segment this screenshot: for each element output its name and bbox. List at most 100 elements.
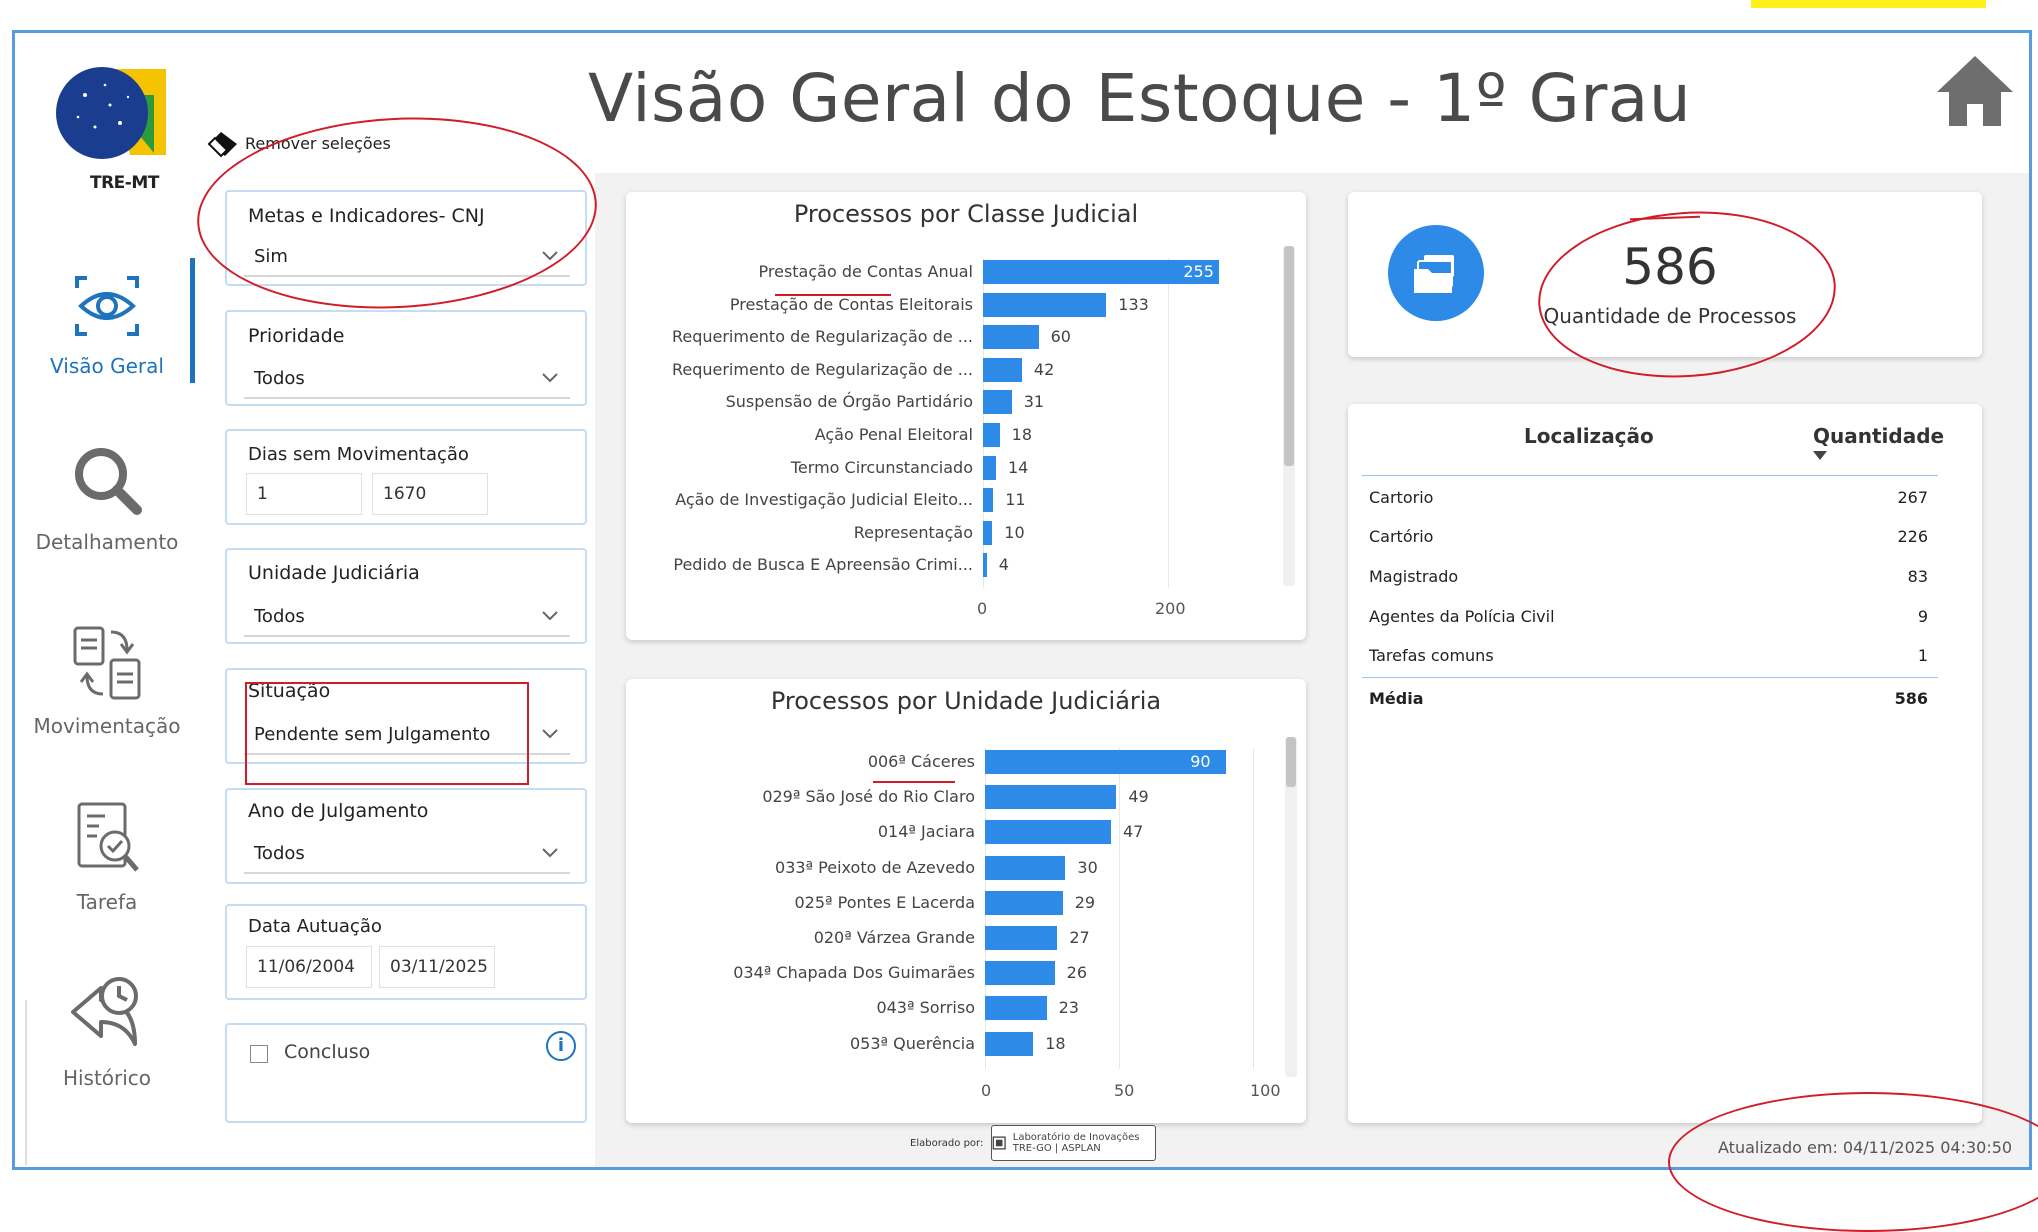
slicer-unidade-value: Todos (254, 606, 305, 627)
slicer-ano: Ano de Julgamento Todos (225, 788, 587, 884)
bar[interactable] (983, 488, 994, 513)
kpi-value: 586 (1622, 238, 1718, 296)
chart-unidade-scrollbar[interactable] (1285, 737, 1297, 1077)
nav-historico[interactable]: Histórico (15, 972, 199, 1090)
gridline (1119, 748, 1120, 1069)
bar[interactable] (985, 855, 1066, 880)
table-row-1-value: 226 (1897, 527, 1928, 546)
slicer-dias: Dias sem Movimentação 1 1670 (225, 429, 587, 525)
bar[interactable] (985, 820, 1111, 845)
table-row-0-name: Cartorio (1369, 488, 1434, 507)
bar[interactable] (983, 553, 987, 578)
bar[interactable] (983, 325, 1039, 350)
bar-label: 033ª Peixoto de Azevedo (775, 857, 975, 877)
magnifier-icon (75, 448, 142, 515)
dias-max-input[interactable]: 1670 (372, 473, 488, 515)
tre-logo-icon (56, 67, 166, 159)
slicer-data-autuacao: Data Autuação 11/06/2004 03/11/2025 (225, 904, 587, 1000)
dias-min-input[interactable]: 1 (246, 473, 362, 515)
bar-value-label: 18 (1011, 425, 1033, 444)
nav-label-tarefa: Tarefa (76, 890, 138, 914)
chart-unidade-tick-0: 0 (981, 1081, 992, 1100)
nav-movimentacao[interactable]: Movimentação (15, 622, 199, 738)
bar-label: Requerimento de Regularização de ... (671, 327, 973, 347)
top-strip (0, 0, 2038, 8)
slicer-situacao-dropdown[interactable]: Pendente sem Julgamento (244, 715, 570, 755)
scroll-thumb[interactable] (1284, 246, 1294, 466)
bar-label: Requerimento de Regularização de ... (671, 359, 973, 379)
task-check-icon (77, 802, 139, 872)
eraser-icon (207, 132, 237, 158)
slicer-metas-title: Metas e Indicadores- CNJ (248, 205, 485, 227)
bar[interactable] (983, 423, 1000, 447)
credit-box-text: Laboratório de Inovações TRE-GO | ASPLAN (1012, 1132, 1140, 1154)
credit-label: Elaborado por: (910, 1137, 984, 1149)
slicer-unidade-dropdown[interactable]: Todos (244, 597, 570, 637)
bar-label: 029ª São José do Rio Claro (762, 787, 975, 807)
table-row-2-name: Magistrado (1369, 567, 1459, 586)
chart-classe-tick-200: 200 (1155, 599, 1186, 618)
bar-value-label: 42 (1033, 359, 1055, 379)
home-icon[interactable] (1935, 52, 2015, 128)
concluso-label: Concluso (284, 1041, 371, 1063)
table-card (1348, 404, 1982, 1123)
bar-label: 006ª Cáceres (867, 752, 975, 771)
slicer-data-title: Data Autuação (248, 916, 382, 937)
documents-exchange-icon (73, 626, 141, 700)
chevron-down-icon (542, 611, 558, 621)
eye-icon (75, 276, 139, 336)
bar-value-label: 47 (1122, 822, 1144, 842)
bar-label: Prestação de Contas Anual (758, 262, 974, 281)
bar[interactable] (983, 390, 1012, 415)
info-icon[interactable]: i (546, 1031, 576, 1061)
chart-classe-scrollbar[interactable] (1283, 246, 1295, 586)
slicer-prioridade-dropdown[interactable]: Todos (244, 359, 570, 399)
slicer-situacao: Situação Pendente sem Julgamento (225, 668, 587, 764)
bar-value-label: 29 (1074, 892, 1096, 912)
history-clock-icon (71, 977, 138, 1046)
bar-value-label: 23 (1058, 998, 1079, 1018)
bar[interactable] (983, 520, 993, 545)
bar-value-label: 31 (1023, 392, 1045, 412)
data-start-input[interactable]: 11/06/2004 (246, 946, 372, 988)
bar[interactable] (985, 785, 1117, 810)
slicer-ano-title: Ano de Julgamento (248, 800, 429, 822)
concluso-checkbox[interactable] (250, 1045, 268, 1063)
bar[interactable] (983, 292, 1107, 317)
bar-value-label: 10 (1004, 522, 1025, 542)
bar[interactable] (983, 455, 996, 480)
table-row-4-name: Tarefas comuns (1369, 646, 1494, 665)
data-end-input[interactable]: 03/11/2025 (379, 946, 495, 988)
page-title: Visão Geral do Estoque - 1º Grau (588, 60, 1692, 137)
bar-value-label: 90 (1190, 752, 1211, 771)
nav-detalhamento[interactable]: Detalhamento (15, 440, 199, 554)
bar[interactable] (985, 961, 1055, 986)
kpi-label: Quantidade de Processos (1543, 304, 1797, 328)
bar[interactable] (985, 996, 1047, 1021)
slicer-concluso: Concluso i (225, 1023, 587, 1123)
bar[interactable] (983, 357, 1022, 382)
slicer-unidade-title: Unidade Judiciária (248, 562, 420, 584)
remove-selections-button[interactable]: Remover seleções (205, 128, 391, 158)
table-header-line (1362, 475, 1938, 476)
table-header-localizacao[interactable]: Localização (1524, 424, 1654, 448)
table-header-quantidade[interactable]: Quantidade (1813, 424, 1944, 448)
table-row-3-value: 9 (1917, 607, 1928, 626)
nav-visao-geral[interactable]: Visão Geral (15, 268, 199, 378)
slicer-ano-dropdown[interactable]: Todos (244, 834, 570, 874)
nav-divider (25, 1000, 27, 1165)
slicer-metas: Metas e Indicadores- CNJ Sim (225, 190, 587, 286)
bar[interactable] (985, 1031, 1034, 1056)
slicer-metas-dropdown[interactable]: Sim (244, 237, 570, 277)
bar-value-label: 133 (1118, 294, 1149, 314)
bar[interactable] (985, 890, 1063, 915)
bar-label: Representação (853, 522, 973, 542)
slicer-prioridade: Prioridade Todos (225, 310, 587, 406)
table-row-2-value: 83 (1907, 567, 1928, 586)
scroll-thumb[interactable] (1286, 737, 1296, 787)
bar-value-label: 27 (1069, 928, 1090, 947)
bar[interactable] (985, 926, 1058, 950)
table-total-label: Média (1369, 689, 1424, 708)
bar-label: Suspensão de Órgão Partidário (725, 392, 973, 412)
nav-tarefa[interactable]: Tarefa (15, 800, 199, 914)
